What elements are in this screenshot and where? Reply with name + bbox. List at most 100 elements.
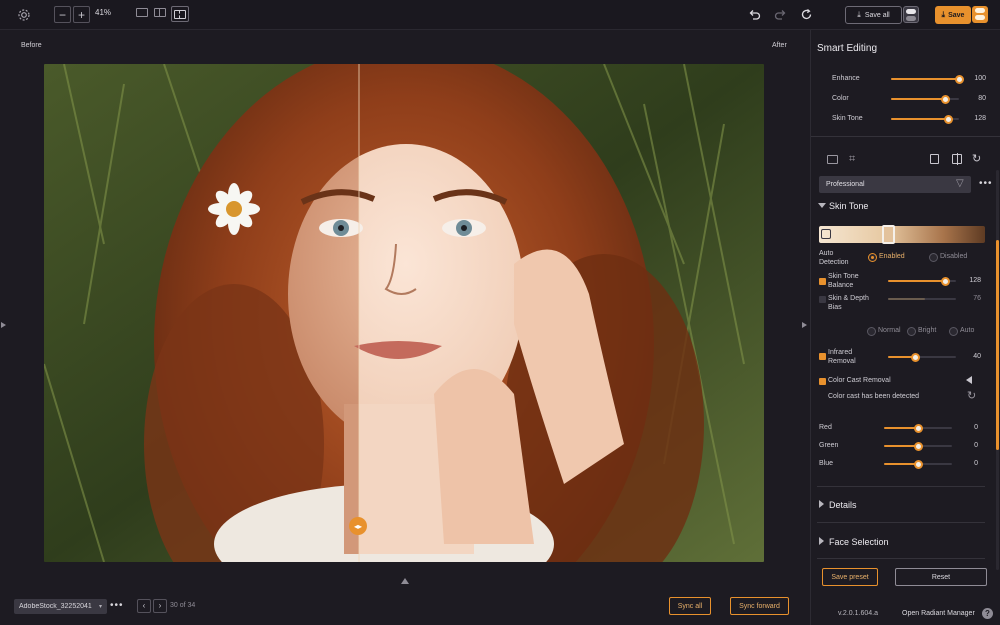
download-icon: ⤓ xyxy=(941,10,946,19)
photo-preview[interactable]: ◂▸ xyxy=(44,64,764,562)
file-name: AdobeStock_32252041 xyxy=(19,603,92,610)
panel-scrollbar[interactable] xyxy=(996,170,999,570)
auto-label: Auto xyxy=(960,327,975,334)
save-button[interactable]: ⤓ Save xyxy=(935,6,971,24)
skin-tone-balance-checkbox[interactable] xyxy=(819,278,826,285)
preset-value: Professional xyxy=(826,181,865,188)
open-radiant-manager-link[interactable]: Open Radiant Manager xyxy=(902,610,975,617)
refresh-icon[interactable] xyxy=(799,7,813,21)
green-slider[interactable] xyxy=(884,441,952,451)
chevron-down-icon: ▾ xyxy=(99,604,103,610)
disabled-label: Disabled xyxy=(940,253,968,260)
color-slider[interactable] xyxy=(891,94,959,104)
before-label: Before xyxy=(21,42,42,49)
side-by-side-view-icon[interactable] xyxy=(154,8,166,17)
divider xyxy=(817,522,985,523)
filter-icon: ▽ xyxy=(956,178,964,189)
reset-cast-icon[interactable]: ↻ xyxy=(967,389,976,402)
zoom-in-button[interactable]: + xyxy=(73,6,90,23)
next-button[interactable]: › xyxy=(153,599,167,613)
enhance-slider[interactable] xyxy=(891,74,964,84)
sync-forward-button[interactable]: Sync forward xyxy=(730,597,789,615)
color-cast-expand-icon[interactable] xyxy=(966,376,972,384)
divider xyxy=(817,558,985,559)
face-selection-section-title[interactable]: Face Selection xyxy=(829,537,889,547)
normal-radio[interactable] xyxy=(867,327,876,336)
normal-label: Normal xyxy=(878,327,901,334)
help-icon[interactable]: ? xyxy=(982,608,993,619)
infrared-removal-checkbox[interactable] xyxy=(819,353,826,360)
color-value: 80 xyxy=(978,95,986,102)
green-value: 0 xyxy=(974,442,978,449)
red-value: 0 xyxy=(974,424,978,431)
green-label: Green xyxy=(819,442,839,449)
skin-tone-slider[interactable] xyxy=(891,114,959,124)
undo-icon[interactable] xyxy=(747,7,761,21)
color-label: Color xyxy=(832,95,849,102)
zoom-out-button[interactable]: − xyxy=(54,6,71,23)
save-all-options-toggle[interactable] xyxy=(903,6,919,23)
rotate-icon[interactable]: ↻ xyxy=(972,152,981,165)
file-select[interactable]: AdobeStock_32252041 ▾ xyxy=(14,599,107,614)
reset-button[interactable]: Reset xyxy=(895,568,987,586)
save-options-toggle[interactable] xyxy=(972,6,988,23)
crop-icon[interactable]: ⌗ xyxy=(849,153,855,166)
skin-tone-label: Skin Tone xyxy=(832,115,863,122)
chevron-right-icon: › xyxy=(158,601,162,610)
after-label: After xyxy=(772,42,787,49)
bright-radio[interactable] xyxy=(907,327,916,336)
more-icon[interactable]: ••• xyxy=(110,600,124,611)
image-icon[interactable] xyxy=(827,155,838,164)
skin-tone-gradient[interactable] xyxy=(819,225,985,244)
caret-right-icon[interactable] xyxy=(819,537,824,545)
eyedropper-icon[interactable] xyxy=(821,229,831,239)
top-toolbar: − + 41% ⤓ Save all ⤓ Save xyxy=(0,0,1000,30)
red-slider[interactable] xyxy=(884,423,952,433)
infrared-removal-slider[interactable] xyxy=(888,352,956,362)
caret-down-icon[interactable] xyxy=(818,203,826,208)
layers-icon[interactable] xyxy=(930,154,939,164)
blue-slider[interactable] xyxy=(884,459,952,469)
auto-radio[interactable] xyxy=(949,327,958,336)
caret-right-icon[interactable] xyxy=(819,500,824,508)
red-label: Red xyxy=(819,424,832,431)
chevron-left-icon: ‹ xyxy=(142,601,146,610)
details-section-title[interactable]: Details xyxy=(829,500,857,510)
preset-more-icon[interactable]: ••• xyxy=(979,178,993,189)
previous-button[interactable]: ‹ xyxy=(137,599,151,613)
skin-tone-section-title[interactable]: Skin Tone xyxy=(829,201,868,211)
skin-tone-balance-label: Skin Tone Balance xyxy=(828,273,859,289)
skin-tone-balance-slider[interactable] xyxy=(888,276,956,286)
disabled-radio[interactable] xyxy=(929,253,938,262)
split-handle[interactable]: ◂▸ xyxy=(349,517,367,535)
panel-collapse-arrow[interactable] xyxy=(802,322,807,328)
split-view-icon[interactable] xyxy=(171,6,189,22)
blue-label: Blue xyxy=(819,460,834,467)
skin-tone-balance-value: 128 xyxy=(969,277,981,284)
version-text: v.2.0.1.604.a xyxy=(838,610,878,617)
auto-detection-label: Auto Detection xyxy=(819,250,849,266)
skin-tone-value: 128 xyxy=(974,115,986,122)
redo-icon[interactable] xyxy=(773,7,787,21)
blue-value: 0 xyxy=(974,460,978,467)
gear-icon[interactable] xyxy=(16,7,32,23)
zoom-level: 41% xyxy=(95,8,112,17)
skin-depth-bias-checkbox[interactable] xyxy=(819,296,826,303)
sync-all-button[interactable]: Sync all xyxy=(669,597,711,615)
scrollbar-thumb[interactable] xyxy=(996,240,999,450)
save-preset-button[interactable]: Save preset xyxy=(822,568,878,586)
previous-image-arrow[interactable] xyxy=(1,322,6,328)
single-view-icon[interactable] xyxy=(136,8,148,17)
enabled-radio[interactable] xyxy=(868,253,877,262)
compare-icon[interactable] xyxy=(952,153,962,165)
skin-tone-picker[interactable] xyxy=(882,225,895,244)
save-all-button[interactable]: ⤓ Save all xyxy=(845,6,902,24)
skin-depth-bias-slider[interactable] xyxy=(888,298,956,300)
infrared-removal-label: Infrared Removal xyxy=(828,349,856,365)
save-label: Save xyxy=(948,11,965,19)
filmstrip-toggle-arrow[interactable] xyxy=(401,578,409,584)
panel-title: Smart Editing xyxy=(817,43,878,54)
color-cast-removal-label: Color Cast Removal xyxy=(828,377,891,384)
color-cast-removal-checkbox[interactable] xyxy=(819,378,826,385)
preset-select[interactable]: Professional ▽ xyxy=(819,176,971,193)
